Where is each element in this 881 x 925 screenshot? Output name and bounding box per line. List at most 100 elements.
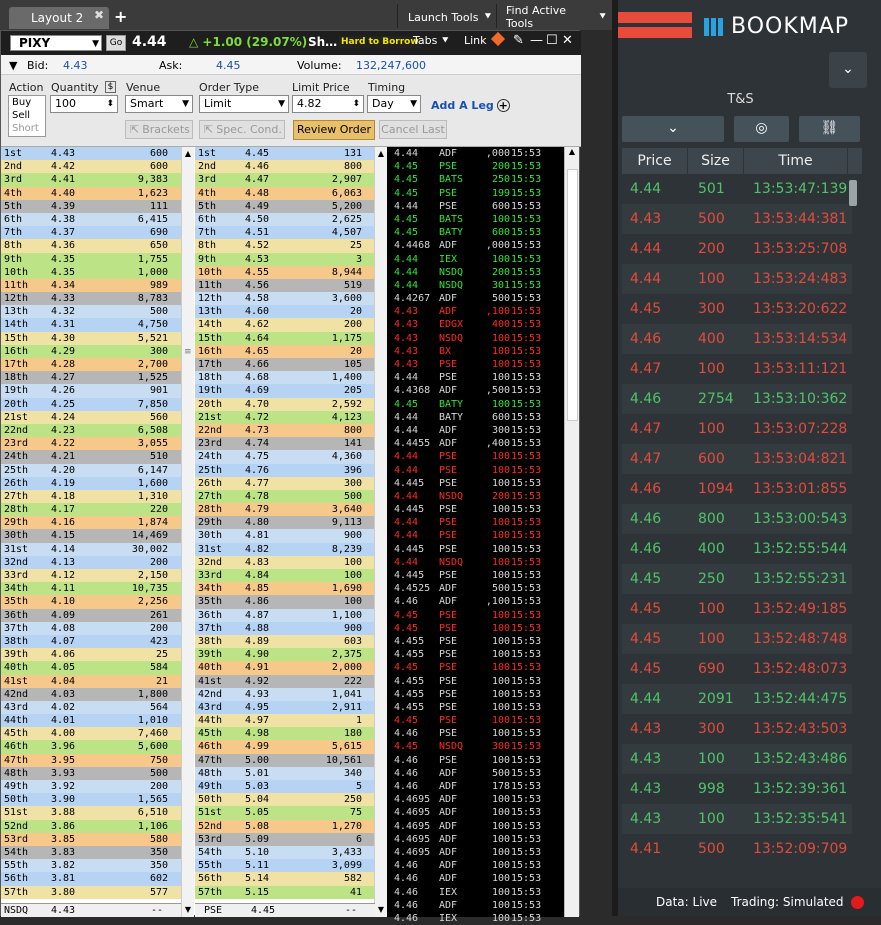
ts-filter-button[interactable]: ⌄ [622, 116, 724, 142]
ts-trade-row[interactable]: 4.47 600 13:53:04:821 [622, 444, 852, 474]
book-row[interactable]: 57th 3.80 577 [1, 885, 181, 899]
ask-scrollbar[interactable]: ▲ ▼ [374, 147, 387, 917]
dollar-icon[interactable]: $ [105, 81, 116, 93]
book-row[interactable]: 13th 4.32 500 [1, 305, 181, 319]
book-row[interactable]: 23rd 4.22 3,055 [1, 437, 181, 451]
ts-trade-row[interactable]: 4.47 100 13:53:07:228 [622, 414, 852, 444]
book-row[interactable]: 39th 4.06 25 [1, 648, 181, 662]
book-row[interactable]: 36th 4.87 1,100 [195, 608, 375, 622]
ts-trade-row[interactable]: 4.41 500 13:52:09:709 [622, 834, 852, 864]
column-size[interactable]: Size [688, 148, 744, 174]
scroll-down-icon[interactable]: ▼ [182, 903, 194, 917]
ts-trade-row[interactable]: 4.45 300 13:53:20:622 [622, 294, 852, 324]
ts-trade-row[interactable]: 4.46 800 13:53:00:543 [622, 504, 852, 534]
launch-tools-button[interactable]: Launch Tools ⯆ [400, 6, 500, 28]
book-row[interactable]: 53rd 5.09 6 [195, 832, 375, 846]
book-row[interactable]: 15th 4.64 1,175 [195, 331, 375, 345]
venue-select[interactable]: Smart ▼ [125, 95, 193, 113]
brackets-button[interactable]: ⇱ Brackets [125, 120, 193, 139]
ts-scroll-thumb[interactable] [849, 180, 857, 206]
book-row[interactable]: 17th 4.28 2,700 [1, 358, 181, 372]
book-row[interactable]: 20th 4.25 7,850 [1, 397, 181, 411]
book-row[interactable]: 22nd 4.23 6,508 [1, 423, 181, 438]
book-row[interactable]: 41st 4.04 21 [1, 674, 181, 688]
link-icon[interactable]: ⛓ [799, 116, 860, 142]
book-row[interactable]: 55th 5.11 3,099 [195, 859, 375, 873]
book-row[interactable]: 11th 4.56 519 [195, 278, 375, 293]
ts-trade-row[interactable]: 4.43 100 13:52:35:541 [622, 804, 852, 834]
spin-icon[interactable]: ⬍ [106, 96, 114, 112]
book-row[interactable]: 31st 4.14 30,002 [1, 542, 181, 556]
book-row[interactable]: 42nd 4.03 1,800 [1, 687, 181, 701]
book-row[interactable]: 4th 4.48 6,063 [195, 186, 375, 200]
book-row[interactable]: 4th 4.40 1,623 [1, 186, 181, 200]
ts-trade-row[interactable]: 4.44 2091 13:52:44:475 [622, 684, 852, 714]
book-row[interactable]: 47th 3.95 750 [1, 753, 181, 767]
order-type-select[interactable]: Limit ▼ [199, 95, 289, 113]
book-row[interactable]: 37th 4.88 900 [195, 621, 375, 635]
cancel-last-button[interactable]: Cancel Last [379, 120, 447, 139]
book-row[interactable]: 51st 5.05 75 [195, 806, 375, 820]
bid-scrollbar[interactable]: ▲ ≡ ▼ [181, 147, 194, 917]
column-price[interactable]: Price [622, 148, 688, 174]
book-row[interactable]: 11th 4.34 989 [1, 278, 181, 293]
ts-trade-row[interactable]: 4.44 200 13:53:25:708 [622, 234, 852, 264]
book-row[interactable]: 10th 4.55 8,944 [195, 265, 375, 279]
book-row[interactable]: 21st 4.24 560 [1, 410, 181, 424]
ts-trade-row[interactable]: 4.44 100 13:53:24:483 [622, 264, 852, 294]
ts-trade-row[interactable]: 4.46 1094 13:53:01:855 [622, 474, 852, 504]
book-row[interactable]: 42nd 4.93 1,041 [195, 687, 375, 701]
book-row[interactable]: 39th 4.90 2,375 [195, 648, 375, 662]
scroll-up-icon[interactable]: ▲ [182, 147, 194, 161]
ts-trade-row[interactable]: 4.43 998 13:52:39:361 [622, 774, 852, 804]
find-active-tools-button[interactable]: Find Active Tools ⯆ [498, 4, 615, 30]
ts-scrollbar[interactable]: ▲ [564, 147, 579, 917]
book-row[interactable]: 32nd 4.83 100 [195, 555, 375, 569]
ts-trade-row[interactable]: 4.43 500 13:53:44:381 [622, 204, 852, 234]
book-row[interactable]: 12th 4.33 8,783 [1, 292, 181, 306]
book-row[interactable]: 57th 5.15 41 [195, 885, 375, 899]
ts-trade-row[interactable]: 4.45 250 13:52:55:231 [622, 564, 852, 594]
limit-price-stepper[interactable]: 4.82 ⬍ [292, 95, 364, 113]
action-select[interactable]: Buy Sell Short [8, 95, 46, 137]
book-row[interactable]: 56th 3.81 602 [1, 872, 181, 886]
book-row[interactable]: 52nd 3.86 1,106 [1, 819, 181, 833]
book-row[interactable]: 1st 4.43 600 [1, 147, 181, 161]
add-tab-icon[interactable]: + [114, 7, 127, 26]
book-row[interactable]: 30th 4.15 14,469 [1, 529, 181, 543]
book-row[interactable]: 33rd 4.12 2,150 [1, 569, 181, 583]
edit-icon[interactable]: ✎ [513, 33, 524, 48]
action-short[interactable]: Short [12, 122, 45, 135]
book-row[interactable]: 51st 3.88 6,510 [1, 806, 181, 820]
ts-trade-row[interactable]: 4.44 501 13:53:47:139 [622, 174, 852, 204]
book-row[interactable]: 44th 4.97 1 [195, 714, 375, 728]
go-button[interactable]: Go [106, 35, 126, 51]
book-row[interactable]: 29th 4.80 9,113 [195, 516, 375, 530]
tabs-button[interactable]: Tabs ⯆ [413, 34, 450, 48]
book-row[interactable]: 43rd 4.95 2,911 [195, 700, 375, 715]
book-row[interactable]: 35th 4.10 2,256 [1, 595, 181, 609]
book-row[interactable]: 37th 4.08 200 [1, 621, 181, 635]
symbol-input[interactable]: PIXY ▼ [10, 35, 102, 51]
book-row[interactable]: 35th 4.86 100 [195, 595, 375, 609]
book-row[interactable]: 7th 4.37 690 [1, 226, 181, 240]
ts-trade-row[interactable]: 4.46 400 13:52:55:544 [622, 534, 852, 564]
ts-trade-row[interactable]: 4.45 100 13:52:49:185 [622, 594, 852, 624]
book-row[interactable]: 5th 4.39 111 [1, 199, 181, 213]
book-row[interactable]: 50th 3.90 1,565 [1, 793, 181, 807]
book-row[interactable]: 1st 4.45 131 [195, 147, 375, 161]
book-row[interactable]: 13th 4.60 20 [195, 305, 375, 319]
book-row[interactable]: 7th 4.51 4,507 [195, 226, 375, 240]
book-row[interactable]: 22nd 4.73 800 [195, 423, 375, 438]
book-row[interactable]: 36th 4.09 261 [1, 608, 181, 622]
book-row[interactable]: 54th 3.83 350 [1, 845, 181, 860]
ts-trade-row[interactable]: 4.47 100 13:53:11:121 [622, 354, 852, 384]
book-row[interactable]: 27th 4.78 500 [195, 489, 375, 504]
book-row[interactable]: 32nd 4.13 200 [1, 555, 181, 569]
book-row[interactable]: 15th 4.30 5,521 [1, 331, 181, 345]
book-row[interactable]: 34th 4.11 10,735 [1, 582, 181, 596]
book-row[interactable]: 14th 4.31 4,750 [1, 318, 181, 332]
book-row[interactable]: 19th 4.69 205 [195, 384, 375, 398]
timing-select[interactable]: Day ▼ [367, 95, 421, 113]
book-row[interactable]: 18th 4.27 1,525 [1, 371, 181, 385]
